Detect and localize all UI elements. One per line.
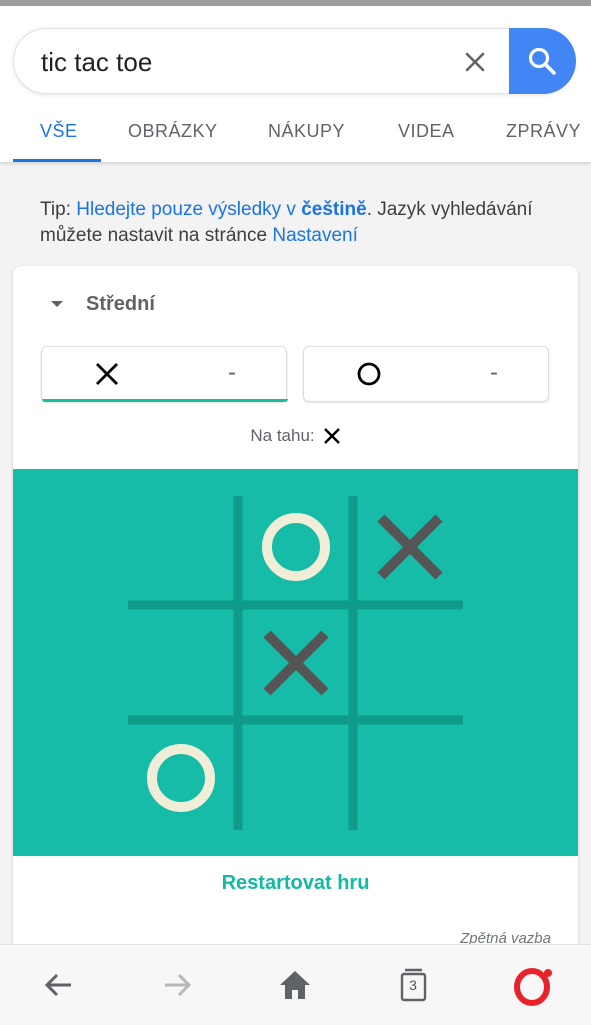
board-cell-0-0[interactable] (126, 492, 236, 602)
search-box[interactable]: tic tac toe (13, 28, 576, 94)
game-board[interactable] (13, 469, 578, 856)
board-cell-1-2[interactable] (355, 608, 465, 718)
home-icon (280, 971, 310, 999)
forward-icon (165, 973, 192, 997)
search-tabs: VŠE OBRÁZKY NÁKUPY VIDEA ZPRÁVY (0, 111, 591, 162)
active-tab-indicator (13, 159, 101, 162)
board-cell-1-1[interactable] (241, 608, 351, 718)
player-o-card[interactable]: - (303, 346, 549, 402)
tic-tac-toe-card: Střední - - Na tahu: Restartovat hru Zpě… (13, 266, 578, 966)
tip-prefix: Tip: (40, 199, 77, 220)
o-mark-icon (357, 362, 381, 386)
language-tip: Tip: Hledejte pouze výsledky v češtině. … (40, 197, 560, 249)
turn-label: Na tahu: (250, 426, 315, 445)
opera-icon (514, 968, 552, 1006)
settings-link[interactable]: Nastavení (272, 225, 358, 246)
player-o-score: - (490, 359, 498, 386)
active-player-indicator (42, 399, 288, 402)
board-canvas (126, 492, 465, 833)
search-input[interactable]: tic tac toe (41, 47, 152, 78)
search-header: tic tac toe VŠE OBRÁZKY NÁKUPY VIDEA ZPR… (0, 6, 591, 162)
difficulty-label: Střední (86, 293, 155, 315)
tab-shopping[interactable]: NÁKUPY (268, 121, 345, 142)
tab-videos[interactable]: VIDEA (398, 121, 455, 142)
player-x-score: - (228, 359, 236, 386)
board-cell-0-1[interactable] (241, 492, 351, 602)
nav-tabs-button[interactable]: 3 (373, 945, 453, 1025)
search-button[interactable] (509, 28, 576, 94)
tab-news[interactable]: ZPRÁVY (506, 121, 580, 142)
board-cell-2-2[interactable] (355, 723, 465, 833)
tabs-count: 3 (409, 977, 417, 993)
turn-x-icon (323, 428, 340, 444)
board-cell-1-0[interactable] (126, 608, 236, 718)
restart-game-button[interactable]: Restartovat hru (13, 872, 578, 895)
caret-down-icon (51, 301, 63, 307)
board-cell-0-2[interactable] (355, 492, 465, 602)
language-filter-link[interactable]: Hledejte pouze výsledky v češtině (76, 199, 366, 220)
player-x-card[interactable]: - (41, 346, 288, 402)
back-icon (44, 973, 71, 997)
nav-home-button[interactable] (255, 945, 335, 1025)
board-cell-2-1[interactable] (241, 723, 351, 833)
search-icon (528, 47, 556, 75)
x-mark-icon (96, 363, 118, 385)
board-cell-2-0[interactable] (126, 723, 236, 833)
tab-all[interactable]: VŠE (40, 121, 78, 142)
language-filter-link-text: Hledejte pouze výsledky v (76, 199, 302, 220)
nav-forward-button[interactable] (137, 945, 217, 1025)
tab-images[interactable]: OBRÁZKY (128, 121, 218, 142)
close-icon[interactable] (462, 49, 488, 75)
turn-indicator: Na tahu: (13, 426, 578, 446)
nav-opera-menu-button[interactable] (492, 945, 572, 1025)
nav-back-button[interactable] (19, 945, 99, 1025)
browser-bottom-nav: 3 (0, 944, 591, 1025)
language-filter-link-bold: češtině (301, 199, 367, 220)
